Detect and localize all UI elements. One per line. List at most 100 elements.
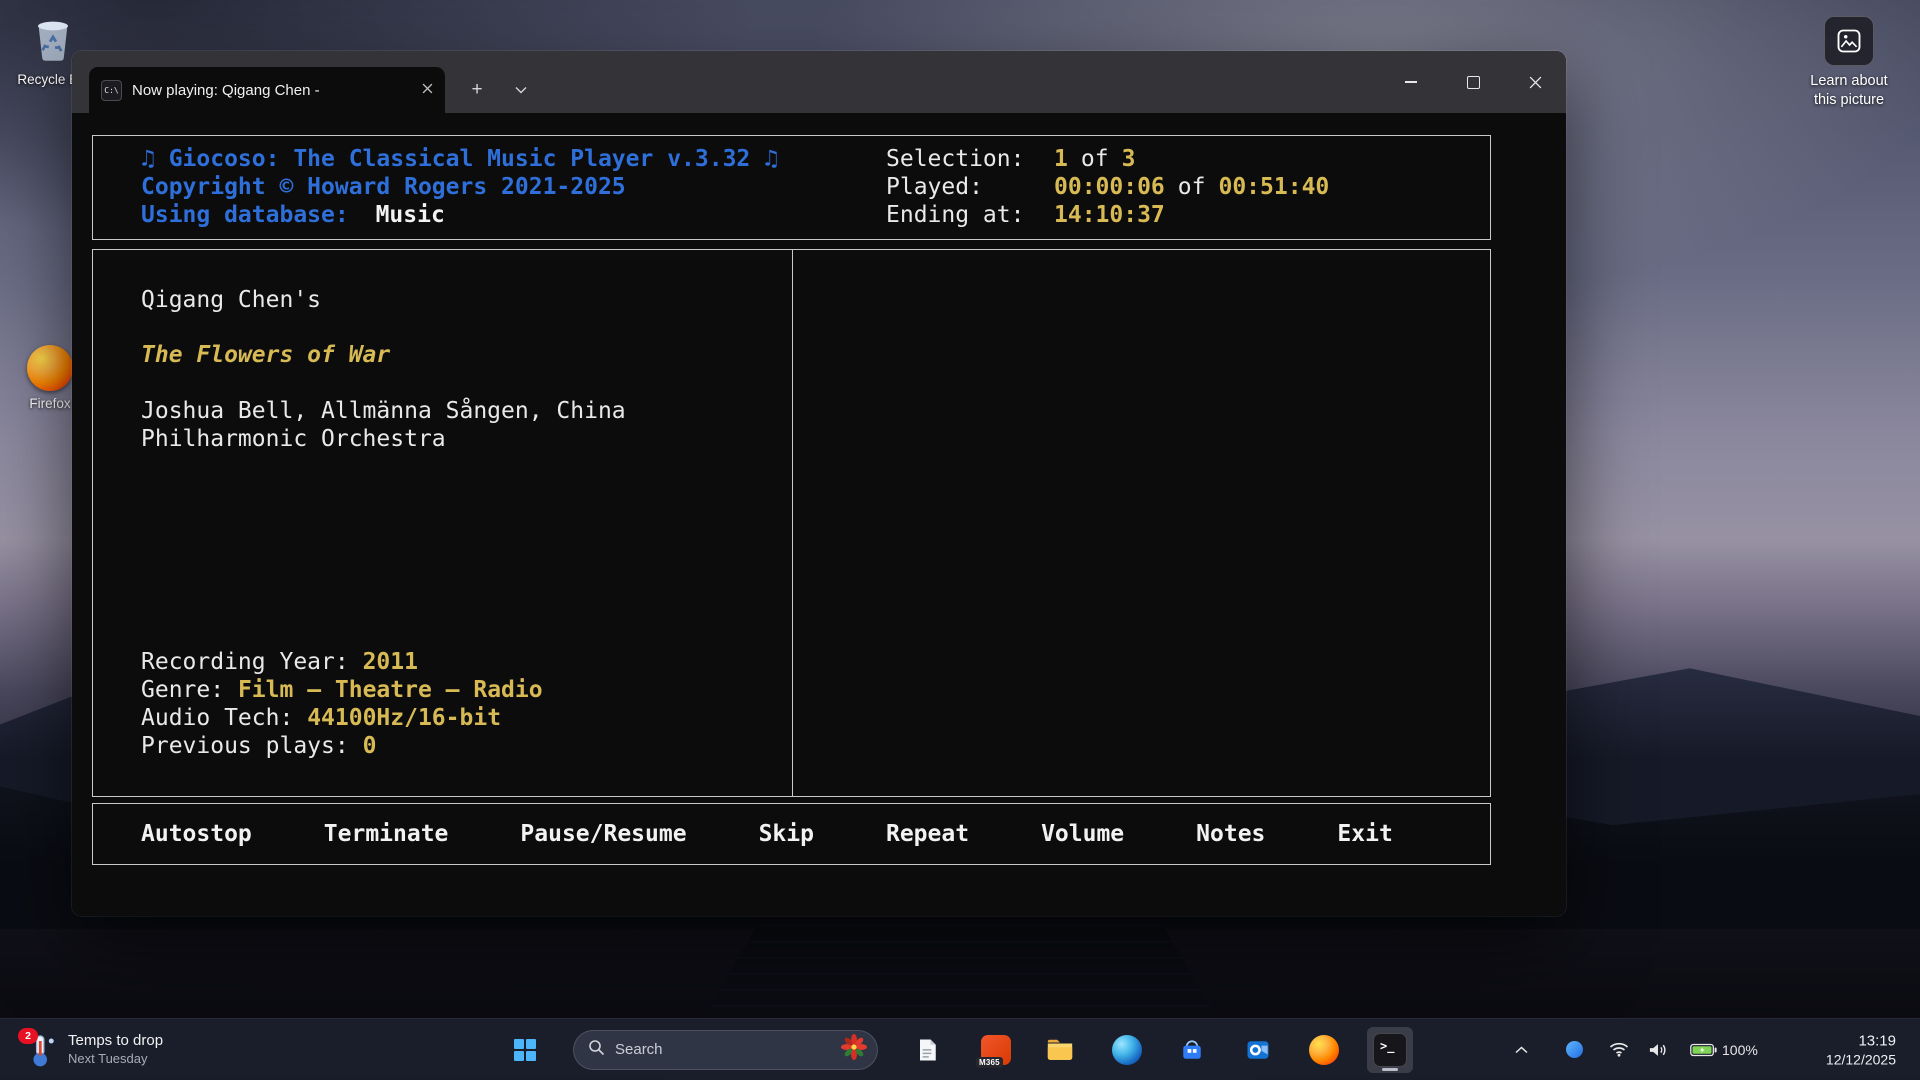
tray-show-hidden-icons[interactable] — [1506, 1030, 1536, 1070]
search-icon — [588, 1039, 605, 1061]
search-placeholder: Search — [615, 1041, 839, 1058]
window-titlebar[interactable]: C:\ Now playing: Qigang Chen - + — [72, 51, 1566, 113]
firefox-icon — [27, 345, 73, 391]
played-total: 00:51:40 — [1218, 174, 1329, 200]
tray-app-icon — [1566, 1041, 1583, 1058]
active-app-indicator — [1382, 1068, 1398, 1071]
previous-plays-line: Previous plays: 0 — [141, 732, 543, 760]
taskbar-app-terminal[interactable] — [1367, 1027, 1413, 1073]
recycle-bin-icon — [30, 49, 76, 66]
menu-terminate[interactable]: Terminate — [324, 820, 449, 848]
database-value: Music — [376, 202, 445, 228]
weather-badge: 2 — [18, 1028, 38, 1044]
ending-row: Ending at:14:10:37 — [886, 201, 1329, 229]
document-icon — [911, 1034, 943, 1066]
taskbar-app-document[interactable] — [907, 1030, 947, 1070]
m365-icon: M365 — [981, 1035, 1011, 1065]
recording-year-line: Recording Year: 2011 — [141, 648, 543, 676]
terminal-icon — [1373, 1033, 1407, 1067]
battery-icon — [1690, 1043, 1717, 1057]
terminal-window: C:\ Now playing: Qigang Chen - + — [72, 51, 1566, 916]
taskbar-app-file-explorer[interactable] — [1040, 1030, 1080, 1070]
tray-network-button[interactable] — [1604, 1030, 1634, 1070]
played-elapsed: 00:00:06 — [1054, 174, 1165, 200]
menu-autostop[interactable]: Autostop — [141, 820, 252, 848]
giocoso-header-box: ♫ Giocoso: The Classical Music Player v.… — [92, 135, 1491, 240]
edge-icon — [1112, 1035, 1142, 1065]
menu-skip[interactable]: Skip — [759, 820, 814, 848]
poinsettia-icon — [839, 1032, 869, 1067]
taskbar: 2 Temps to drop Next Tuesday Search — [0, 1018, 1920, 1080]
genre-line: Genre: Film – Theatre – Radio — [141, 676, 543, 704]
search-box[interactable]: Search — [573, 1030, 878, 1070]
maximize-icon — [1467, 76, 1480, 89]
taskbar-app-microsoft-store[interactable] — [1172, 1030, 1212, 1070]
learn-about-picture-icon — [1824, 16, 1874, 66]
windows-logo-icon — [512, 1037, 538, 1063]
composer-name: Qigang Chen's — [141, 286, 792, 314]
folder-icon — [1044, 1034, 1076, 1066]
taskbar-clock[interactable]: 13:19 12/12/2025 — [1766, 1031, 1896, 1068]
tray-app-button[interactable] — [1560, 1030, 1588, 1070]
learn-about-line2: this picture — [1788, 91, 1910, 110]
taskbar-app-m365[interactable]: M365 — [976, 1030, 1016, 1070]
clock-date: 12/12/2025 — [1766, 1050, 1896, 1068]
played-row: Played:00:00:06of00:51:40 — [886, 173, 1329, 201]
taskbar-app-firefox[interactable] — [1304, 1030, 1344, 1070]
tab-dropdown-icon[interactable] — [504, 70, 538, 110]
volume-icon — [1648, 1042, 1667, 1058]
selection-total: 3 — [1122, 146, 1136, 172]
menu-volume[interactable]: Volume — [1041, 820, 1124, 848]
learn-about-picture-widget[interactable]: Learn about this picture — [1788, 16, 1910, 110]
spacer — [141, 314, 792, 341]
giocoso-main-box: Qigang Chen's The Flowers of War Joshua … — [92, 249, 1491, 797]
taskbar-app-edge[interactable] — [1107, 1030, 1147, 1070]
ending-label: Ending at: — [886, 201, 1054, 229]
terminal-content: ♫ Giocoso: The Classical Music Player v.… — [72, 113, 1566, 916]
now-playing-pane: Qigang Chen's The Flowers of War Joshua … — [93, 250, 793, 796]
menu-exit[interactable]: Exit — [1337, 820, 1392, 848]
weather-headline: Temps to drop — [68, 1032, 163, 1050]
clock-time: 13:19 — [1766, 1031, 1896, 1050]
selection-row: Selection:1of3 — [886, 145, 1329, 173]
selection-current: 1 — [1054, 146, 1068, 172]
wifi-icon — [1609, 1042, 1629, 1057]
firefox-taskbar-icon — [1309, 1035, 1339, 1065]
outlook-icon — [1242, 1034, 1274, 1066]
new-tab-button[interactable]: + — [460, 70, 494, 110]
weather-widget[interactable]: 2 Temps to drop Next Tuesday — [14, 1028, 171, 1072]
close-button[interactable] — [1504, 51, 1566, 113]
start-button[interactable] — [505, 1030, 545, 1070]
database-label: Using database: — [141, 202, 349, 228]
tab-close-icon[interactable] — [422, 81, 433, 99]
minimize-icon — [1405, 81, 1417, 83]
ending-time: 14:10:37 — [1054, 202, 1165, 228]
tray-volume-button[interactable] — [1642, 1030, 1672, 1070]
close-icon — [1529, 76, 1542, 89]
cmd-icon: C:\ — [101, 80, 122, 101]
maximize-button[interactable] — [1442, 51, 1504, 113]
taskbar-app-outlook[interactable] — [1238, 1030, 1278, 1070]
tab-title: Now playing: Qigang Chen - — [132, 82, 412, 99]
battery-percent: 100% — [1722, 1042, 1758, 1058]
spacer — [141, 369, 792, 397]
menu-repeat[interactable]: Repeat — [886, 820, 969, 848]
selection-label: Selection: — [886, 145, 1054, 173]
minimize-button[interactable] — [1380, 51, 1442, 113]
chevron-up-icon — [1515, 1046, 1528, 1054]
menu-pause-resume[interactable]: Pause/Resume — [520, 820, 686, 848]
learn-about-line1: Learn about — [1788, 72, 1910, 91]
m365-badge: M365 — [976, 1057, 1003, 1068]
played-label: Played: — [886, 173, 1054, 201]
tray-battery-button[interactable]: 100% — [1690, 1042, 1758, 1058]
microsoft-store-icon — [1176, 1034, 1208, 1066]
desktop-screen: Recycle Bin Firefox Learn about this pic… — [0, 0, 1920, 1080]
menu-notes[interactable]: Notes — [1196, 820, 1265, 848]
work-title: The Flowers of War — [141, 342, 390, 368]
audio-tech-line: Audio Tech: 44100Hz/16-bit — [141, 704, 543, 732]
weather-icon: 2 — [22, 1032, 58, 1068]
performers: Joshua Bell, Allmänna Sången, China Phil… — [141, 397, 741, 453]
giocoso-menu-bar: Autostop Terminate Pause/Resume Skip Rep… — [92, 803, 1491, 865]
terminal-tab[interactable]: C:\ Now playing: Qigang Chen - — [89, 67, 445, 113]
weather-subline: Next Tuesday — [68, 1050, 163, 1067]
